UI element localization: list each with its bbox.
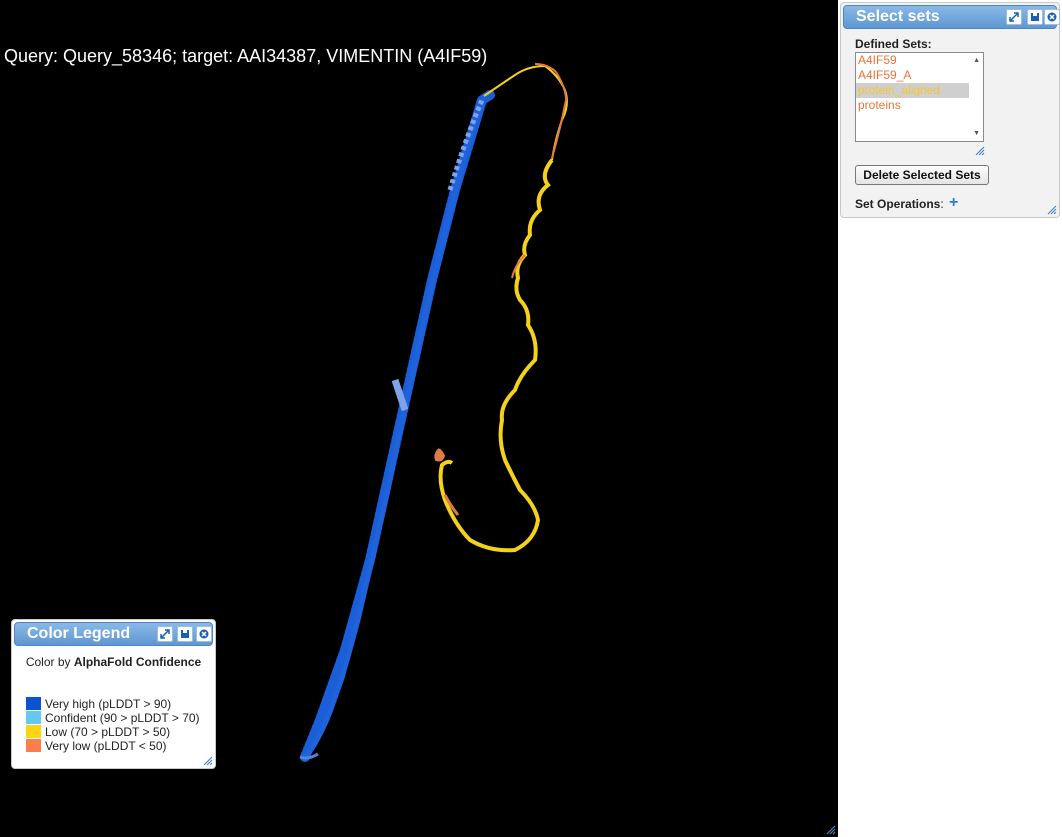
color-legend-header[interactable]: Color Legend <box>14 622 213 646</box>
set-operations-text: Set Operations <box>855 197 941 211</box>
set-option-a4if59-a[interactable]: A4IF59_A <box>856 68 969 83</box>
resize-grip-icon[interactable] <box>975 146 985 156</box>
legend-swatch <box>26 725 41 739</box>
legend-item-very-low: Very low (pLDDT < 50) <box>26 738 167 753</box>
defined-sets-list[interactable]: A4IF59 A4IF59_A protein_aligned proteins… <box>855 52 984 142</box>
add-operation-icon[interactable]: + <box>949 194 958 212</box>
set-operations-colon: : <box>940 197 944 211</box>
save-icon[interactable] <box>177 626 193 642</box>
resize-grip-icon[interactable] <box>826 825 836 835</box>
resize-grip-icon[interactable] <box>203 756 213 766</box>
legend-swatch <box>26 697 41 711</box>
coil-terminus <box>434 448 446 462</box>
legend-item-low: Low (70 > pLDDT > 50) <box>26 724 171 739</box>
legend-swatch <box>26 739 41 753</box>
scroll-up-icon[interactable]: ▲ <box>973 57 980 64</box>
delete-selected-sets-button[interactable]: Delete Selected Sets <box>855 165 989 185</box>
set-option-a4if59[interactable]: A4IF59 <box>856 53 969 68</box>
select-sets-panel: Select sets Defined Sets: A4IF59 A4IF59_… <box>840 2 1060 218</box>
select-sets-title: Select sets <box>856 8 940 25</box>
color-legend-title: Color Legend <box>27 625 131 642</box>
legend-subtitle: Color by AlphaFold Confidence <box>12 655 215 669</box>
defined-sets-label: Defined Sets: <box>855 37 932 51</box>
expand-icon[interactable] <box>157 626 173 642</box>
legend-subtitle-prefix: Color by <box>25 655 74 669</box>
set-operations-label: Set Operations: <box>855 197 944 211</box>
resize-grip-icon[interactable] <box>1047 205 1057 215</box>
legend-subtitle-bold: AlphaFold Confidence <box>73 655 202 669</box>
legend-item-label: Very high (pLDDT > 90) <box>45 696 172 711</box>
legend-item-label: Low (70 > pLDDT > 50) <box>45 724 171 739</box>
save-icon[interactable] <box>1027 9 1043 25</box>
sets-list-scrollbar[interactable]: ▲ ▼ <box>970 53 983 141</box>
coil-zigzag <box>438 158 554 553</box>
select-sets-header[interactable]: Select sets <box>843 5 1060 29</box>
expand-icon[interactable] <box>1006 9 1022 25</box>
scroll-down-icon[interactable]: ▼ <box>973 130 980 137</box>
helix-backbone <box>300 90 495 762</box>
legend-item-confident: Confident (90 > pLDDT > 70) <box>26 710 200 725</box>
legend-item-very-high: Very high (pLDDT > 90) <box>26 696 172 711</box>
color-legend-panel: Color Legend Color by AlphaFold Confiden… <box>11 619 216 769</box>
set-option-proteins[interactable]: proteins <box>856 98 969 113</box>
helix-light-segment <box>391 378 409 412</box>
close-icon[interactable] <box>1044 9 1060 25</box>
close-icon[interactable] <box>196 626 212 642</box>
coil-orange-top <box>534 63 568 159</box>
legend-item-label: Confident (90 > pLDDT > 70) <box>45 710 200 725</box>
viewer-title: Query: Query_58346; target: AAI34387, VI… <box>4 46 488 66</box>
set-option-protein-aligned[interactable]: protein_aligned <box>856 83 969 98</box>
legend-item-label: Very low (pLDDT < 50) <box>45 738 167 753</box>
legend-swatch <box>26 711 41 725</box>
